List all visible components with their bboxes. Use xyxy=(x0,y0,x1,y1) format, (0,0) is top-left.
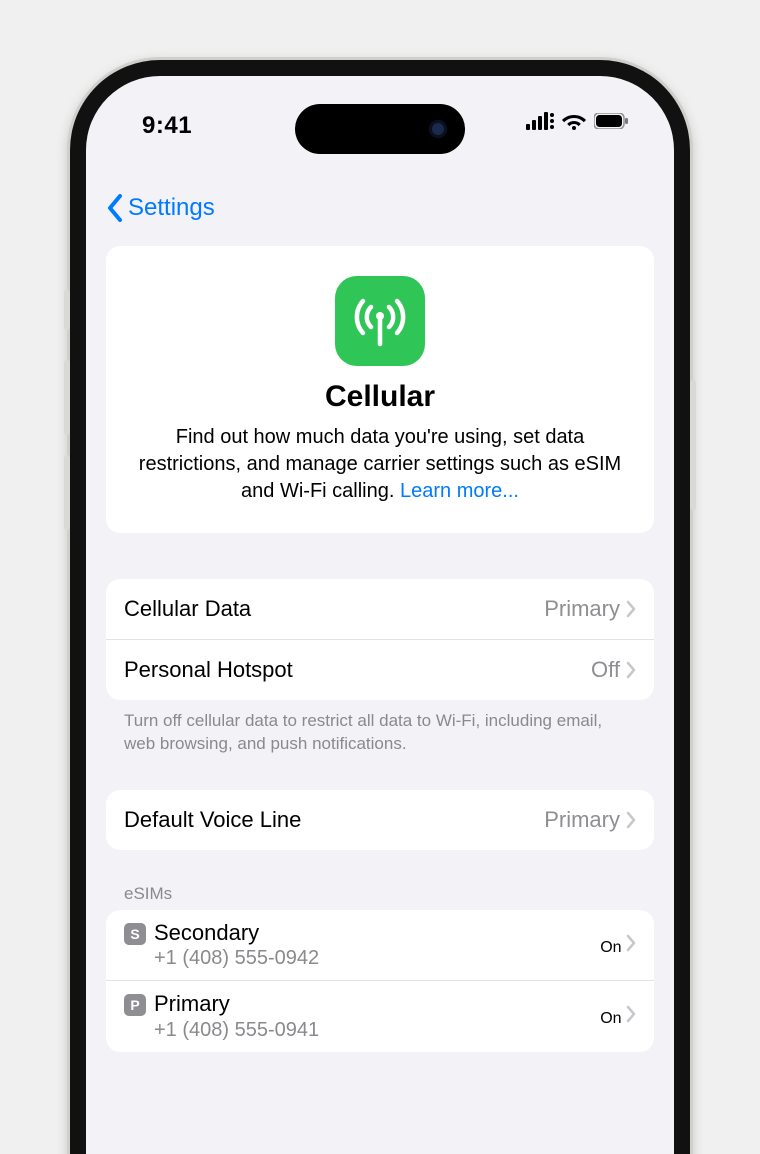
esim-row-secondary[interactable]: S Secondary +1 (408) 555-0942 On xyxy=(106,910,654,980)
chevron-right-icon xyxy=(626,600,636,618)
sim-name: Secondary xyxy=(154,920,319,946)
row-label: Default Voice Line xyxy=(124,807,301,833)
row-value: Off xyxy=(591,657,620,683)
page-title: Cellular xyxy=(130,380,630,414)
back-button[interactable]: Settings xyxy=(106,194,215,222)
row-cellular-data[interactable]: Cellular Data Primary xyxy=(106,579,654,639)
back-label: Settings xyxy=(128,194,215,222)
esim-row-primary[interactable]: P Primary +1 (408) 555-0941 On xyxy=(106,980,654,1051)
cellular-options-group: Cellular Data Primary Personal Hotspot O… xyxy=(106,579,654,700)
hero-description: Find out how much data you're using, set… xyxy=(130,424,630,505)
row-label: Personal Hotspot xyxy=(124,657,293,683)
chevron-right-icon xyxy=(626,934,636,952)
esims-group: S Secondary +1 (408) 555-0942 On xyxy=(106,910,654,1052)
chevron-left-icon xyxy=(106,194,124,222)
voice-line-group: Default Voice Line Primary xyxy=(106,790,654,850)
learn-more-link[interactable]: Learn more... xyxy=(400,480,519,502)
sim-status: On xyxy=(600,939,621,956)
row-value: Primary xyxy=(544,596,620,622)
sim-name: Primary xyxy=(154,991,319,1017)
sim-status: On xyxy=(600,1010,621,1027)
screen: 9:41 xyxy=(86,76,674,1154)
chevron-right-icon xyxy=(626,661,636,679)
volume-down-button xyxy=(64,455,70,530)
cellular-antenna-icon xyxy=(335,276,425,366)
group-footnote: Turn off cellular data to restrict all d… xyxy=(106,700,654,756)
sim-badge-icon: P xyxy=(124,994,146,1016)
power-button xyxy=(690,380,696,510)
row-label: Cellular Data xyxy=(124,596,251,622)
row-personal-hotspot[interactable]: Personal Hotspot Off xyxy=(106,639,654,700)
chevron-right-icon xyxy=(626,811,636,829)
row-default-voice-line[interactable]: Default Voice Line Primary xyxy=(106,790,654,850)
esims-header: eSIMs xyxy=(106,884,654,910)
mute-switch xyxy=(64,290,70,330)
row-value: Primary xyxy=(544,807,620,833)
sim-badge-icon: S xyxy=(124,923,146,945)
status-bar: 9:41 xyxy=(86,76,674,166)
chevron-right-icon xyxy=(626,1005,636,1023)
wifi-icon xyxy=(562,112,586,130)
status-time: 9:41 xyxy=(142,112,192,140)
volume-up-button xyxy=(64,360,70,435)
content-scroll[interactable]: Cellular Find out how much data you're u… xyxy=(86,246,674,1154)
cellular-signal-icon xyxy=(526,112,554,130)
cellular-hero-card: Cellular Find out how much data you're u… xyxy=(106,246,654,533)
battery-icon xyxy=(594,113,628,129)
sim-number: +1 (408) 555-0941 xyxy=(154,1018,319,1042)
sim-number: +1 (408) 555-0942 xyxy=(154,946,319,970)
phone-frame: 9:41 xyxy=(70,60,690,1154)
